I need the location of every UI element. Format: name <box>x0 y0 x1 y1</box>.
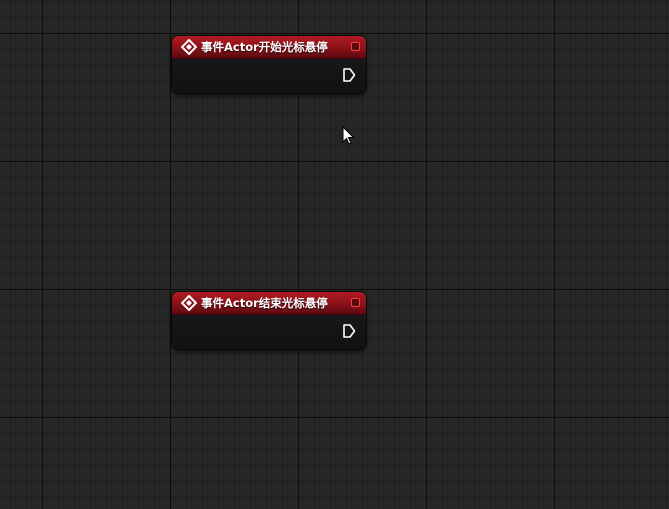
delegate-pin-icon[interactable] <box>351 42 360 51</box>
node-title: 事件Actor开始光标悬停 <box>201 40 328 54</box>
delegate-pin-icon[interactable] <box>351 298 360 307</box>
exec-out-pin-icon[interactable] <box>342 323 356 339</box>
event-diamond-icon <box>180 294 198 312</box>
event-node-begin-cursor-over[interactable]: 事件Actor开始光标悬停 <box>172 36 366 93</box>
node-header[interactable]: 事件Actor开始光标悬停 <box>172 36 366 59</box>
node-header[interactable]: 事件Actor结束光标悬停 <box>172 292 366 315</box>
node-title: 事件Actor结束光标悬停 <box>201 296 328 310</box>
event-diamond-icon <box>180 38 198 56</box>
mouse-pointer-icon <box>342 125 356 146</box>
exec-out-pin-icon[interactable] <box>342 67 356 83</box>
event-node-end-cursor-over[interactable]: 事件Actor结束光标悬停 <box>172 292 366 349</box>
blueprint-graph-canvas[interactable]: 事件Actor开始光标悬停 事件Actor结束光标悬停 <box>0 0 669 509</box>
graph-origin-line <box>170 0 171 509</box>
